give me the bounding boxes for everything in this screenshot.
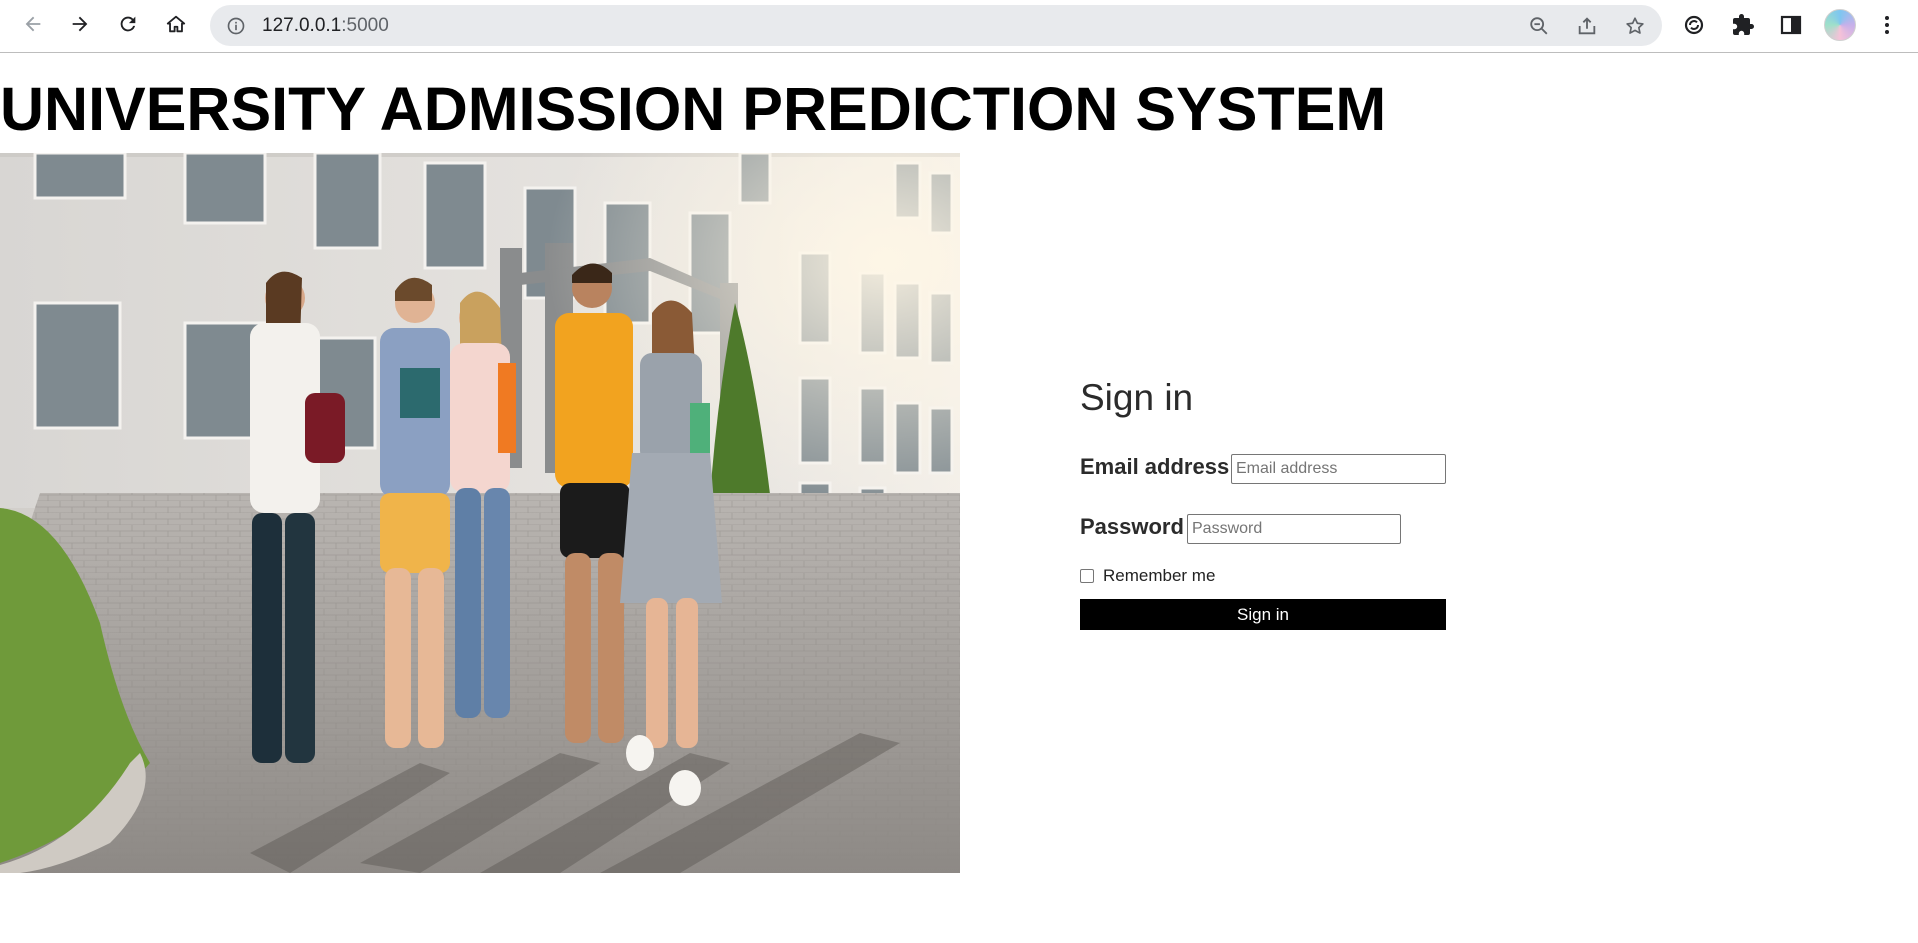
remember-me-row[interactable]: Remember me (1080, 566, 1215, 586)
signin-heading: Sign in (1080, 377, 1194, 418)
extensions-puzzle-icon[interactable] (1729, 11, 1757, 39)
url-host: 127.0.0.1 (262, 15, 342, 36)
home-icon (166, 15, 186, 33)
more-menu-icon[interactable] (1873, 11, 1901, 39)
remember-me-checkbox[interactable] (1080, 569, 1094, 583)
hero-image (0, 153, 960, 873)
profile-avatar[interactable] (1824, 9, 1856, 41)
address-bar[interactable]: 127.0.0.1:5000 (210, 5, 1662, 46)
zoom-icon[interactable] (1527, 14, 1551, 38)
home-button[interactable] (160, 8, 192, 40)
forward-button[interactable] (64, 8, 96, 40)
password-field[interactable] (1187, 514, 1401, 544)
bookmark-star-icon[interactable] (1623, 14, 1647, 38)
page-title: UNIVERSITY ADMISSION PREDICTION SYSTEM (0, 75, 1387, 143)
password-label: Password (1080, 514, 1184, 539)
side-panel-icon[interactable] (1777, 11, 1805, 39)
reload-icon (120, 16, 136, 32)
email-field[interactable] (1231, 454, 1446, 484)
email-label: Email address (1080, 454, 1230, 479)
remember-me-label: Remember me (1103, 566, 1216, 585)
back-arrow-icon (25, 16, 41, 32)
url-port: :5000 (341, 15, 389, 36)
forward-arrow-icon (72, 16, 88, 32)
site-info-icon[interactable] (224, 14, 248, 38)
browser-toolbar: 127.0.0.1:5000 (0, 0, 1918, 53)
sync-extension-icon[interactable] (1680, 11, 1708, 39)
signin-button[interactable]: Sign in (1080, 599, 1446, 630)
reload-button[interactable] (112, 8, 144, 40)
back-button[interactable] (17, 8, 49, 40)
url-text[interactable]: 127.0.0.1:5000 (262, 15, 389, 37)
share-icon[interactable] (1575, 14, 1599, 38)
